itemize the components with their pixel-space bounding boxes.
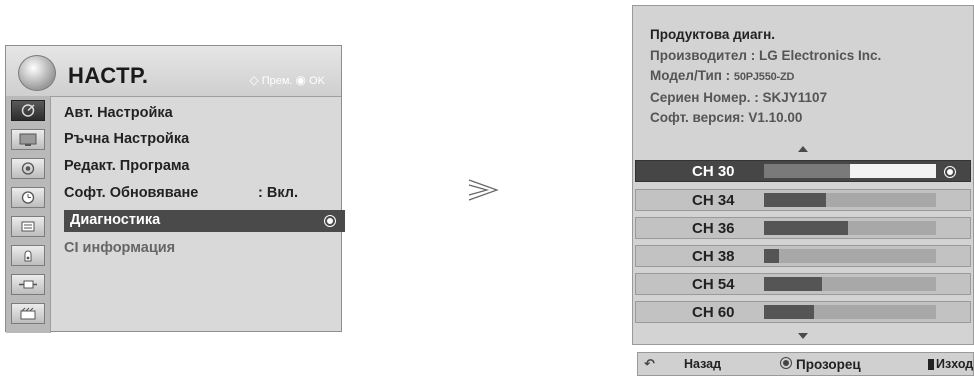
back-button[interactable]: Назад [684, 357, 721, 371]
manufacturer-line: Производител : LG Electronics Inc. [650, 47, 882, 63]
scroll-up-icon[interactable] [798, 146, 808, 152]
model-line: Модел/Тип : 50PJ550-ZD [650, 66, 881, 88]
signal-bar-fill [764, 305, 814, 319]
channel-row[interactable]: CH 34 [635, 189, 971, 211]
move-arrows-icon: ◇ [249, 73, 259, 87]
menu-item-label: Диагностика [70, 212, 161, 228]
signal-bar-fill [764, 221, 849, 235]
signal-bar [764, 164, 936, 178]
scroll-down-icon[interactable] [798, 333, 808, 339]
footer-bar: ↶ Назад Прозорец Изход [637, 352, 974, 376]
signal-bar [764, 277, 936, 291]
signal-bar-fill [764, 249, 780, 263]
menu-hint: ◇ Прем. ◉ OK [249, 73, 325, 87]
menu-items: Авт. Настройка Ръчна Настройка Редакт. П… [50, 96, 345, 331]
ok-circle-icon [780, 357, 792, 369]
exit-button[interactable]: Изход [936, 357, 973, 371]
menu-item-label: Редакт. Програма [64, 158, 190, 174]
channel-name: CH 54 [692, 276, 735, 293]
channel-row[interactable]: CH 36 [635, 217, 971, 239]
picture-category-icon[interactable] [11, 129, 45, 150]
menu-item-label: Ръчна Настройка [64, 131, 190, 147]
menu-item-label: CI информация [64, 240, 176, 256]
exit-icon [928, 359, 934, 370]
menu-item-diagnostics[interactable]: Диагностика [64, 210, 345, 232]
menu-item-label: Софт. Обновяване [64, 185, 199, 201]
channel-row[interactable]: CH 54 [635, 273, 971, 295]
channel-row[interactable]: CH 30 [635, 160, 971, 182]
menu-item-program-edit[interactable]: Редакт. Програма [64, 158, 189, 180]
usb-category-icon[interactable] [11, 303, 45, 324]
ok-circle-icon: ◉ [295, 73, 307, 87]
channel-name: CH 30 [692, 163, 735, 180]
window-button[interactable]: Прозорец [796, 357, 861, 372]
channel-name: CH 60 [692, 304, 735, 321]
next-arrow-icon [468, 179, 499, 201]
software-version-line: Софт. версия: V1.10.00 [650, 110, 803, 125]
signal-bar [764, 193, 936, 207]
input-category-icon[interactable] [11, 274, 45, 295]
menu-item-manual-tuning[interactable]: Ръчна Настройка [64, 131, 189, 153]
hint-ok-label: OK [309, 75, 325, 87]
menu-item-software-update[interactable]: Софт. Обновяване : Вкл. [64, 185, 298, 207]
software-update-value: : Вкл. [258, 185, 299, 201]
hint-move-label: Прем. [261, 75, 293, 87]
model-label: Модел/Тип : [650, 68, 734, 83]
signal-bar-fill [764, 164, 850, 178]
product-info: Продуктова диагн. Производител : LG Elec… [650, 25, 881, 129]
signal-bar-fill [764, 193, 826, 207]
channel-row[interactable]: CH 38 [635, 245, 971, 267]
channel-name: CH 38 [692, 248, 735, 265]
selected-radio-icon [324, 215, 336, 227]
signal-bar [764, 249, 936, 263]
menu-item-label: Авт. Настройка [64, 105, 173, 121]
clock-category-icon[interactable] [11, 187, 45, 208]
option-category-icon[interactable] [11, 245, 45, 266]
selected-radio-icon [944, 166, 956, 178]
menu-item-auto-tuning[interactable]: Авт. Настройка [64, 105, 173, 127]
menu-category-icons [6, 96, 51, 333]
channel-row[interactable]: CH 60 [635, 301, 971, 323]
channel-name: CH 34 [692, 192, 735, 209]
diagnostics-panel: Продуктова диагн. Производител : LG Elec… [632, 5, 974, 345]
signal-bar [764, 305, 936, 319]
menu-header: НАСТР. ◇ Прем. ◉ OK [6, 46, 341, 97]
signal-bar [764, 221, 936, 235]
signal-bar-fill [764, 277, 823, 291]
satellite-logo-icon [18, 55, 56, 91]
menu-title: НАСТР. [68, 63, 149, 88]
menu-item-ci-info: CI информация [64, 240, 175, 262]
diagnostics-title: Продуктова диагн. [650, 27, 775, 42]
channel-name: CH 36 [692, 220, 735, 237]
serial-line: Сериен Номер. : SKJY1107 [650, 89, 828, 105]
lock-category-icon[interactable] [11, 216, 45, 237]
model-value: 50PJ550-ZD [733, 71, 795, 83]
audio-category-icon[interactable] [11, 158, 45, 179]
back-arrow-icon[interactable]: ↶ [644, 356, 655, 372]
setup-menu: НАСТР. ◇ Прем. ◉ OK Авт. Настройка Ръчна… [5, 45, 345, 333]
setup-category-icon[interactable] [11, 100, 45, 121]
